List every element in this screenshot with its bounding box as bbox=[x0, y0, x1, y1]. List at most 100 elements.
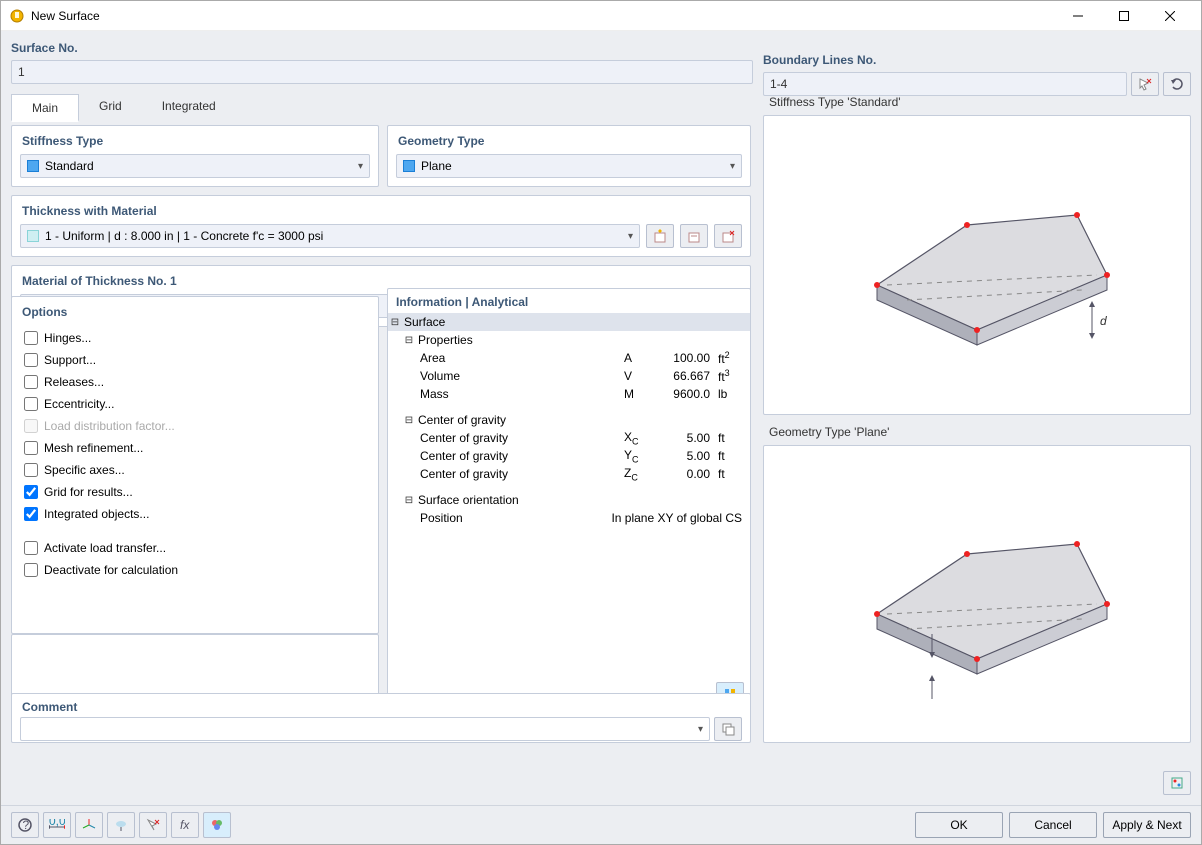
coord-button[interactable] bbox=[75, 812, 103, 838]
svg-text:?: ? bbox=[23, 818, 30, 832]
preview-top-title: Stiffness Type 'Standard' bbox=[763, 93, 1191, 111]
thickness-dropdown[interactable]: 1 - Uniform | d : 8.000 in | 1 - Concret… bbox=[20, 224, 640, 248]
option-label: Integrated objects... bbox=[44, 507, 149, 521]
minimize-button[interactable] bbox=[1055, 1, 1101, 31]
help-button[interactable]: ? bbox=[11, 812, 39, 838]
tree-cogy-label: Center of gravity bbox=[418, 449, 620, 463]
option-checkbox[interactable] bbox=[24, 463, 38, 477]
tree-cogz-unit: ft bbox=[714, 467, 750, 481]
collapse-icon[interactable]: ⊟ bbox=[402, 415, 416, 426]
preview-bottom-title: Geometry Type 'Plane' bbox=[763, 423, 1191, 441]
surface-no-input[interactable] bbox=[11, 60, 753, 84]
option-5[interactable]: Mesh refinement... bbox=[24, 437, 366, 459]
collapse-icon[interactable]: ⊟ bbox=[402, 335, 416, 346]
thickness-delete-button[interactable] bbox=[714, 224, 742, 248]
tree-cogx-unit: ft bbox=[714, 431, 750, 445]
option-checkbox[interactable] bbox=[24, 331, 38, 345]
tree-volume-label: Volume bbox=[418, 369, 620, 383]
option-6[interactable]: Specific axes... bbox=[24, 459, 366, 481]
tree-orient-label: Surface orientation bbox=[416, 493, 750, 507]
option-label: Mesh refinement... bbox=[44, 441, 143, 455]
option-1[interactable]: Support... bbox=[24, 349, 366, 371]
tree-cog-label: Center of gravity bbox=[416, 413, 750, 427]
titlebar: New Surface bbox=[1, 1, 1201, 31]
tree-properties: Properties bbox=[416, 333, 750, 347]
tree-cogz-sym: ZC bbox=[620, 466, 658, 482]
collapse-icon[interactable]: ⊟ bbox=[388, 317, 402, 328]
tree-surface: Surface bbox=[402, 315, 750, 329]
option-7[interactable]: Grid for results... bbox=[24, 481, 366, 503]
preview-options-button[interactable] bbox=[1163, 771, 1191, 795]
tree-volume-unit: ft3 bbox=[714, 368, 750, 384]
tree-area-unit: ft2 bbox=[714, 350, 750, 366]
ok-button[interactable]: OK bbox=[915, 812, 1003, 838]
option-extra-0[interactable]: Activate load transfer... bbox=[24, 537, 366, 559]
footer: ? 0,00 fx OK Cancel Apply & Next bbox=[1, 805, 1201, 844]
material-label: Material of Thickness No. 1 bbox=[20, 274, 742, 288]
close-button[interactable] bbox=[1147, 1, 1193, 31]
tree-area-label: Area bbox=[418, 351, 620, 365]
thickness-swatch-icon bbox=[27, 230, 39, 242]
maximize-button[interactable] bbox=[1101, 1, 1147, 31]
option-checkbox[interactable] bbox=[24, 485, 38, 499]
tree-position-label: Position bbox=[418, 511, 528, 525]
tree-cogx-label: Center of gravity bbox=[418, 431, 620, 445]
option-checkbox[interactable] bbox=[24, 507, 38, 521]
view-button[interactable] bbox=[107, 812, 135, 838]
tab-grid[interactable]: Grid bbox=[79, 93, 142, 121]
stiffness-swatch-icon bbox=[27, 160, 39, 172]
option-checkbox[interactable] bbox=[24, 375, 38, 389]
cancel-button[interactable]: Cancel bbox=[1009, 812, 1097, 838]
option-3[interactable]: Eccentricity... bbox=[24, 393, 366, 415]
geometry-label: Geometry Type bbox=[396, 134, 742, 148]
option-checkbox[interactable] bbox=[24, 353, 38, 367]
option-0[interactable]: Hinges... bbox=[24, 327, 366, 349]
option-4: Load distribution factor... bbox=[24, 415, 366, 437]
option-checkbox bbox=[24, 419, 38, 433]
collapse-icon[interactable]: ⊟ bbox=[402, 495, 416, 506]
function-button[interactable]: fx bbox=[171, 812, 199, 838]
preview-bottom bbox=[763, 445, 1191, 743]
tree-cogy-unit: ft bbox=[714, 449, 750, 463]
option-label: Grid for results... bbox=[44, 485, 133, 499]
content-area: Surface No. Boundary Lines No. Main Grid… bbox=[1, 31, 1201, 805]
thickness-new-button[interactable] bbox=[646, 224, 674, 248]
tab-integrated[interactable]: Integrated bbox=[142, 93, 236, 121]
tree-cogy-val: 5.00 bbox=[658, 449, 714, 463]
stiffness-dropdown[interactable]: Standard ▾ bbox=[20, 154, 370, 178]
clear-button[interactable] bbox=[139, 812, 167, 838]
option-label: Eccentricity... bbox=[44, 397, 114, 411]
color-button[interactable] bbox=[203, 812, 231, 838]
option-checkbox[interactable] bbox=[24, 397, 38, 411]
surface-no-label: Surface No. bbox=[11, 41, 753, 55]
tree-area-val: 100.00 bbox=[658, 351, 714, 365]
comment-copy-button[interactable] bbox=[714, 717, 742, 741]
geometry-swatch-icon bbox=[403, 160, 415, 172]
option-label: Specific axes... bbox=[44, 463, 125, 477]
info-panel: Information | Analytical ⊟Surface ⊟Prope… bbox=[387, 288, 751, 713]
tree-volume-sym: V bbox=[620, 369, 658, 383]
stiffness-label: Stiffness Type bbox=[20, 134, 370, 148]
option-extra-1[interactable]: Deactivate for calculation bbox=[24, 559, 366, 581]
chevron-down-icon: ▾ bbox=[358, 161, 363, 172]
option-checkbox[interactable] bbox=[24, 441, 38, 455]
option-label: Deactivate for calculation bbox=[44, 563, 178, 577]
option-2[interactable]: Releases... bbox=[24, 371, 366, 393]
option-8[interactable]: Integrated objects... bbox=[24, 503, 366, 525]
option-label: Load distribution factor... bbox=[44, 419, 175, 433]
thickness-value: 1 - Uniform | d : 8.000 in | 1 - Concret… bbox=[45, 229, 323, 243]
chevron-down-icon: ▾ bbox=[730, 161, 735, 172]
tree-cogz-val: 0.00 bbox=[658, 467, 714, 481]
option-checkbox[interactable] bbox=[24, 563, 38, 577]
tree-mass-label: Mass bbox=[418, 387, 620, 401]
comment-label: Comment bbox=[20, 700, 742, 714]
tree-mass-sym: M bbox=[620, 387, 658, 401]
option-checkbox[interactable] bbox=[24, 541, 38, 555]
thickness-label: Thickness with Material bbox=[20, 204, 742, 218]
comment-dropdown[interactable]: ▾ bbox=[20, 717, 710, 741]
units-button[interactable]: 0,00 bbox=[43, 812, 71, 838]
geometry-dropdown[interactable]: Plane ▾ bbox=[396, 154, 742, 178]
apply-next-button[interactable]: Apply & Next bbox=[1103, 812, 1191, 838]
thickness-edit-button[interactable] bbox=[680, 224, 708, 248]
tab-main[interactable]: Main bbox=[11, 94, 79, 122]
